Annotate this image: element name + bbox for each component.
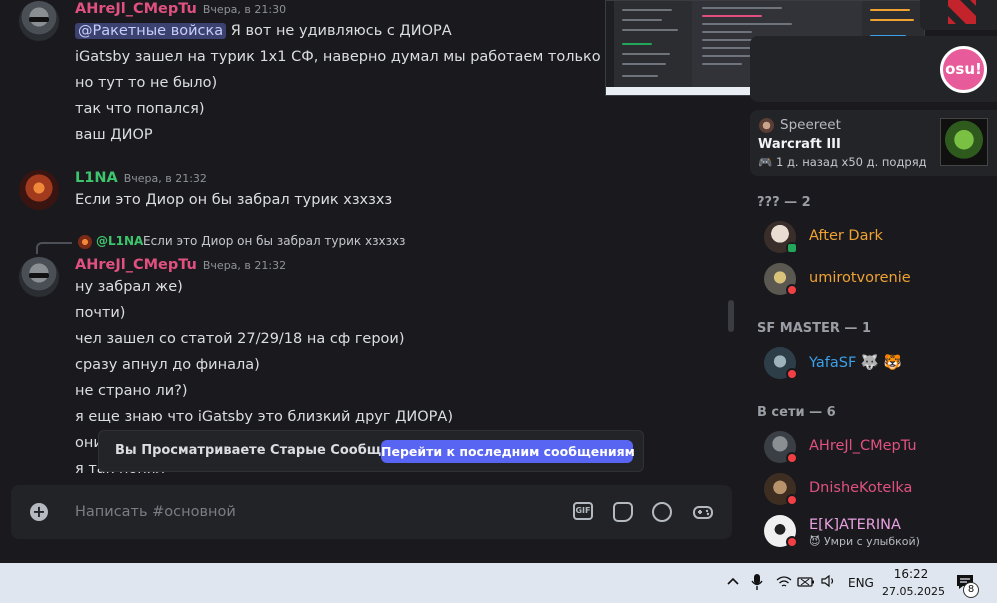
- language-indicator[interactable]: ENG: [848, 576, 874, 603]
- microphone-icon[interactable]: [751, 573, 763, 591]
- message-input[interactable]: [75, 501, 555, 523]
- activities-icon[interactable]: [693, 502, 713, 522]
- dnd-status-icon: [786, 284, 798, 296]
- message-line: не страно ли?): [75, 383, 188, 399]
- old-messages-text: Вы Просматриваете Старые Сообщения: [115, 443, 417, 458]
- activity-game: Warcraft III: [758, 137, 841, 152]
- chat-scrollbar[interactable]: [728, 300, 734, 332]
- activity-card[interactable]: Speereet Warcraft III 🎮 1 д. назад x50 д…: [750, 110, 997, 176]
- clock-date[interactable]: 27.05.2025: [882, 585, 945, 603]
- activity-user: Speereet: [780, 117, 841, 133]
- member-item[interactable]: YafaSF 🐺 🐯: [764, 347, 994, 383]
- message-header: L1NA Вчера, в 21:32: [75, 170, 207, 186]
- preview-server-rail: [606, 1, 614, 87]
- message-line: сразу апнул до финала): [75, 357, 260, 373]
- message-header: AHreJl_CMepTu Вчера, в 21:30: [75, 1, 286, 17]
- gif-icon[interactable]: GIF: [573, 502, 593, 520]
- add-attachment-icon[interactable]: +: [30, 503, 48, 521]
- preview-channel-list: [614, 1, 692, 87]
- osu-logo-icon: osu!: [940, 46, 987, 93]
- chevron-up-icon[interactable]: [726, 574, 740, 603]
- avatar[interactable]: [19, 257, 59, 297]
- emoji-icon[interactable]: [652, 502, 672, 522]
- message-composer: + GIF: [11, 485, 732, 539]
- author-name[interactable]: AHreJl_CMepTu: [75, 257, 197, 273]
- member-item[interactable]: E[K]ATERINA 😈 Умри с улыбкой): [764, 515, 994, 551]
- message-text: Я вот не удивляюсь с ДИОРА: [226, 23, 452, 39]
- mobile-status-icon: [786, 242, 798, 254]
- section-header: SF MASTER — 1: [757, 321, 871, 336]
- message-line: чел зашел со статой 27/29/18 на сф герои…: [75, 331, 405, 347]
- member-emoji: 🐺 🐯: [860, 355, 902, 371]
- section-header: ??? — 2: [757, 195, 811, 210]
- message-time: Вчера, в 21:32: [123, 172, 207, 185]
- message-line: Если это Диор он бы забрал турик хзхзхз: [75, 192, 393, 208]
- message-line: почти): [75, 305, 126, 321]
- avatar[interactable]: [19, 170, 59, 210]
- message-line: так что попался): [75, 101, 205, 117]
- section-header: В сети — 6: [757, 405, 836, 420]
- member-item[interactable]: DnisheKotelka: [764, 473, 994, 509]
- message-time: Вчера, в 21:32: [202, 259, 287, 272]
- windows-taskbar: ENG 16:22 27.05.2025: [0, 563, 997, 603]
- member-name: YafaSF: [809, 355, 857, 371]
- member-name: AHreJl_CMepTu: [809, 438, 917, 454]
- avatar[interactable]: [19, 1, 59, 41]
- dnd-status-icon: [786, 452, 798, 464]
- message-header: AHreJl_CMepTu Вчера, в 21:32: [75, 257, 286, 273]
- dnd-status-icon: [786, 368, 798, 380]
- message-time: Вчера, в 21:30: [202, 3, 287, 16]
- message-line: я еще знаю что iGatsby это близкий друг …: [75, 409, 453, 425]
- reply-avatar: [78, 235, 92, 249]
- controller-icon: 🎮: [758, 155, 776, 169]
- volume-icon[interactable]: [821, 574, 837, 603]
- dnd-status-icon: [786, 494, 798, 506]
- dota-logo-icon: [944, 0, 980, 26]
- reply-text: Если это Диор он бы забрал турик хзхзхз: [143, 234, 406, 248]
- battery-icon[interactable]: [797, 575, 815, 603]
- dnd-status-icon: [786, 536, 798, 548]
- game-tile-osu[interactable]: osu!: [750, 36, 997, 102]
- activity-meta: 🎮 1 д. назад x50 д. подряд: [758, 155, 927, 169]
- message-line: ваш ДИОР: [75, 127, 153, 143]
- notification-badge: 8: [963, 582, 979, 598]
- member-item[interactable]: After Dark: [764, 221, 994, 257]
- member-name: After Dark: [809, 228, 883, 244]
- reply-connector: [36, 242, 72, 254]
- member-name: umirotvorenie: [809, 270, 911, 286]
- old-messages-bar: Вы Просматриваете Старые Сообщения Перей…: [98, 430, 644, 472]
- author-name[interactable]: AHreJl_CMepTu: [75, 1, 197, 17]
- jump-to-present-button[interactable]: Перейти к последним сообщениям: [381, 440, 635, 463]
- member-name-row: YafaSF 🐺 🐯: [809, 354, 902, 371]
- message-line: @Ракетные войска Я вот не удивляюсь с ДИ…: [75, 23, 452, 39]
- sticker-icon[interactable]: [613, 502, 633, 522]
- network-icon[interactable]: [776, 575, 792, 603]
- author-name[interactable]: L1NA: [75, 170, 118, 186]
- member-custom-status: 😈 Умри с улыбкой): [809, 535, 920, 548]
- member-item[interactable]: umirotvorenie: [764, 263, 994, 299]
- message-line: ну забрал же): [75, 279, 183, 295]
- member-name: DnisheKotelka: [809, 480, 913, 496]
- message-line: iGatsby зашел на турик 1x1 СФ, наверно д…: [75, 49, 656, 65]
- role-mention[interactable]: @Ракетные войска: [75, 23, 227, 39]
- reply-author[interactable]: @L1NA: [96, 234, 143, 248]
- game-tile-dota[interactable]: [920, 0, 997, 30]
- activity-user-avatar: [759, 118, 774, 133]
- member-name: E[K]ATERINA: [809, 517, 901, 533]
- member-item[interactable]: AHreJl_CMepTu: [764, 431, 994, 467]
- message-line: но тут то не было): [75, 75, 218, 91]
- activity-meta-text: 1 д. назад x50 д. подряд: [775, 155, 927, 169]
- warcraft-art: [940, 118, 988, 166]
